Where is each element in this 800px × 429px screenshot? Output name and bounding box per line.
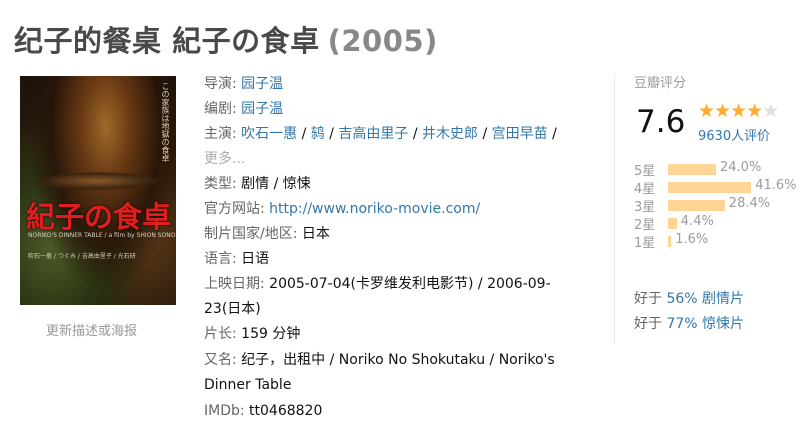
movie-poster[interactable]: この家族は地獄の食卓 紀子の食卓 NORIKO'S DINNER TABLE /… [20, 76, 176, 305]
rating-row-label: 5星 [634, 164, 656, 179]
star-empty-icon: ★ [762, 100, 779, 122]
release-row-2: 23(日本) [204, 299, 261, 319]
writer-label: 编剧 [204, 101, 232, 117]
movie-title-text: 纪子的餐桌 紀子の食卓 [14, 24, 320, 58]
language-row: 语言: 日语 [204, 251, 270, 267]
star-filled-icon: ★ [698, 100, 715, 122]
imdb-label: IMDb [204, 403, 240, 419]
website-label: 官方网站 [204, 201, 260, 217]
cast-link-2[interactable]: 鸫 [311, 126, 325, 142]
cast-link-3[interactable]: 吉高由里子 [338, 126, 408, 142]
cast-link-4[interactable]: 井木史郎 [422, 126, 478, 142]
language-value: 日语 [241, 251, 270, 267]
rating-bar [668, 218, 677, 229]
aka-row-2: Dinner Table [204, 375, 291, 395]
release-row: 上映日期: 2005-07-04(卡罗维发利电影节) / 2006-09- [204, 276, 551, 292]
director-label: 导演 [204, 76, 232, 92]
rating-votes-link[interactable]: 9630人评价 [698, 125, 770, 144]
movie-year: (2005) [327, 24, 438, 58]
aka-label: 又名 [204, 352, 232, 368]
language-label: 语言 [204, 251, 232, 267]
writer-row: 编剧: 园子温 [204, 101, 284, 117]
update-poster-link[interactable]: 更新描述或海报 [46, 320, 137, 339]
better-than-1-link[interactable]: 56% 剧情片 [666, 291, 744, 307]
movie-title: 纪子的餐桌 紀子の食卓 (2005) [14, 18, 438, 60]
genre-value-2: 惊悚 [282, 176, 311, 192]
rating-bar [668, 182, 752, 193]
rating-percent: 28.4% [728, 196, 771, 211]
genre-label: 类型 [204, 176, 232, 192]
rating-bar [668, 236, 672, 247]
star-filled-icon: ★ [714, 100, 731, 122]
better-than-1: 好于 56% 剧情片 [634, 288, 744, 308]
section-divider [614, 74, 615, 344]
imdb-value[interactable]: tt0468820 [249, 403, 322, 419]
better-than-2: 好于 77% 惊悚片 [634, 313, 744, 333]
cast-label: 主演 [204, 126, 232, 142]
genre-row: 类型: 剧情 / 惊悚 [204, 176, 311, 192]
better-than-2-prefix: 好于 [634, 316, 667, 332]
poster-title: 紀子の食卓 [26, 200, 172, 234]
rating-stars: ★★★★★ [698, 100, 779, 122]
cast-more-row: 更多... [204, 149, 245, 169]
better-than-1-prefix: 好于 [634, 291, 667, 307]
rating-percent: 4.4% [680, 214, 714, 229]
cast-more-link[interactable]: 更多... [204, 151, 245, 167]
country-label: 制片国家/地区 [204, 226, 293, 242]
country-value: 日本 [301, 226, 330, 242]
runtime-value: 159 分钟 [241, 326, 301, 342]
aka-value-line2: Dinner Table [204, 377, 292, 393]
website-link[interactable]: http://www.noriko-movie.com/ [269, 201, 480, 217]
poster-cast: 吹石一恵 / つぐみ / 吉高由里子 / 光石研 [28, 253, 136, 260]
aka-value-line1: 纪子，出租中 / Noriko No Shokutaku / Noriko's [241, 352, 555, 368]
star-filled-icon: ★ [746, 100, 763, 122]
genre-value-1: 剧情 [241, 176, 270, 192]
cast-link-5[interactable]: 宫田早苗 [492, 126, 548, 142]
poster-table-shape [38, 172, 158, 190]
cast-link-1[interactable]: 吹石一惠 [241, 126, 297, 142]
writer-link[interactable]: 园子温 [241, 101, 283, 117]
runtime-row: 片长: 159 分钟 [204, 326, 301, 342]
star-filled-icon: ★ [730, 100, 747, 122]
rating-row-label: 4星 [634, 182, 656, 197]
runtime-label: 片长 [204, 326, 232, 342]
director-row: 导演: 园子温 [204, 76, 284, 92]
rating-row-label: 1星 [634, 236, 656, 251]
rating-row-label: 2星 [634, 218, 656, 233]
poster-vertical-text: この家族は地獄の食卓 [161, 82, 170, 162]
release-value-line2: 23(日本) [204, 301, 261, 317]
rating-percent: 24.0% [720, 160, 762, 175]
release-value-line1: 2005-07-04(卡罗维发利电影节) / 2006-09- [269, 276, 551, 292]
rating-row-label: 3星 [634, 200, 656, 215]
country-row: 制片国家/地区: 日本 [204, 226, 330, 242]
rating-bar [668, 164, 716, 175]
release-label: 上映日期 [204, 276, 260, 292]
poster-subtitle: NORIKO'S DINNER TABLE / a film by SHION … [28, 232, 176, 239]
cast-row: 主演: 吹石一惠 / 鸫 / 吉高由里子 / 井木史郎 / 宫田早苗 / [204, 126, 557, 142]
rating-label: 豆瓣评分 [634, 76, 687, 91]
rating-percent: 1.6% [675, 232, 709, 247]
rating-bar [668, 200, 725, 211]
website-row: 官方网站: http://www.noriko-movie.com/ [204, 201, 481, 217]
aka-row: 又名: 纪子，出租中 / Noriko No Shokutaku / Norik… [204, 352, 555, 368]
rating-score: 7.6 [636, 104, 686, 140]
rating-percent: 41.6% [755, 178, 797, 193]
imdb-row: IMDb: tt0468820 [204, 403, 323, 419]
director-link[interactable]: 园子温 [241, 76, 283, 92]
better-than-2-link[interactable]: 77% 惊悚片 [666, 316, 744, 332]
